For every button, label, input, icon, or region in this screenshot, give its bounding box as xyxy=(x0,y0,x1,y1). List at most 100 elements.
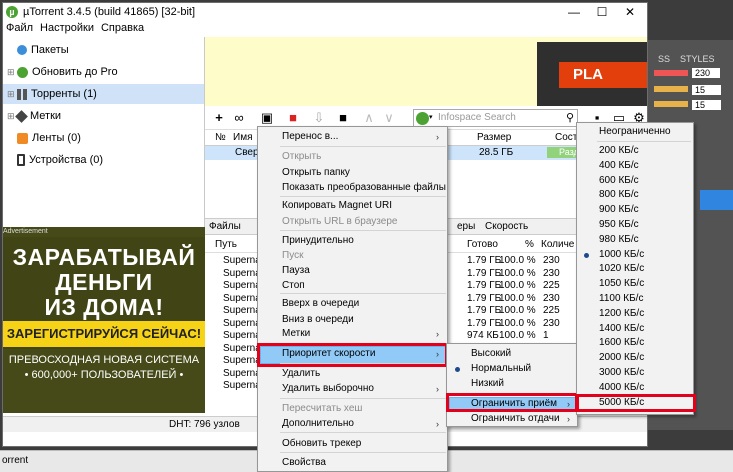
context-menu-item[interactable]: Свойства xyxy=(282,455,326,471)
taskbar-label[interactable]: orrent xyxy=(2,455,28,466)
search-input[interactable]: Infospace Search xyxy=(438,112,516,123)
context-menu-item[interactable]: Пауза xyxy=(282,263,310,279)
priority-menu-item[interactable]: Низкий xyxy=(471,376,504,392)
minimize-button[interactable]: — xyxy=(560,3,588,21)
context-menu-item[interactable]: Открыть папку xyxy=(282,165,350,181)
sidebar-item-feeds[interactable]: Ленты (0) xyxy=(7,128,81,148)
menu-help[interactable]: Справка xyxy=(98,21,148,34)
priority-menu-item[interactable]: Ограничить отдачи xyxy=(471,411,560,427)
sidebar-item-devices[interactable]: Устройства (0) xyxy=(7,150,103,170)
banner-image[interactable]: PLA xyxy=(537,42,647,106)
bg-value[interactable]: 15 xyxy=(692,85,722,95)
bg-selected-block xyxy=(700,190,733,210)
bg-tab-ss[interactable]: SS xyxy=(658,54,670,64)
tab-speed[interactable]: Скорость xyxy=(485,221,528,232)
down-icon[interactable]: ∨ xyxy=(381,110,397,126)
dht-status: DHT: 796 узлов xyxy=(169,419,240,430)
close-button[interactable]: ✕ xyxy=(616,3,644,21)
priority-menu-item[interactable]: Высокий xyxy=(471,346,511,362)
context-menu-item[interactable]: Показать преобразованные файлы xyxy=(282,180,446,196)
ad-subtext: ПРЕВОСХОДНАЯ НОВАЯ СИСТЕМА • 600,000+ ПО… xyxy=(8,354,200,381)
column-name[interactable]: Имя xyxy=(233,132,252,143)
stop-icon[interactable]: ■ xyxy=(335,110,351,126)
limit-menu-item[interactable]: 1400 КБ/с xyxy=(599,321,644,337)
menu-settings[interactable]: Настройки xyxy=(37,21,98,34)
column-percent[interactable]: % xyxy=(525,239,534,250)
context-menu-item[interactable]: Перенос в... xyxy=(282,129,338,145)
limit-menu-item[interactable]: 1000 КБ/с xyxy=(599,247,644,263)
bg-tab-styles[interactable]: STYLES xyxy=(680,54,715,64)
menu-separator xyxy=(280,230,446,231)
sidebar-item-labels[interactable]: ⊞ Метки xyxy=(7,106,61,126)
download-icon[interactable]: ⇩ xyxy=(311,110,327,126)
context-menu-item[interactable]: Открыть URL в браузере xyxy=(282,214,397,230)
search-icon[interactable]: ⚲ xyxy=(566,111,574,124)
limit-menu-item[interactable]: 1600 КБ/с xyxy=(599,335,644,351)
up-icon[interactable]: ∧ xyxy=(361,110,377,126)
annotation-box-download-limit xyxy=(446,393,578,412)
create-icon[interactable]: ▣ xyxy=(259,110,275,126)
file-percent: 100.0 % xyxy=(499,317,536,329)
search-box[interactable]: ▾ Infospace Search ⚲ xyxy=(413,109,578,127)
limit-menu-item[interactable]: 980 КБ/с xyxy=(599,232,639,248)
bg-value[interactable]: 15 xyxy=(692,100,722,110)
utorrent-icon xyxy=(17,66,28,78)
context-menu-item[interactable]: Дополнительно xyxy=(282,416,354,432)
context-menu-item[interactable]: Удалить xyxy=(282,366,320,382)
column-number[interactable]: № xyxy=(215,132,226,143)
limit-menu-item[interactable]: Неограниченно xyxy=(599,124,671,140)
add-icon[interactable]: + xyxy=(211,110,227,126)
tag-icon xyxy=(15,109,28,123)
priority-menu-item[interactable]: Нормальный xyxy=(471,361,531,377)
expand-icon[interactable]: ⊞ xyxy=(7,89,15,100)
context-menu-item[interactable]: Удалить выборочно xyxy=(282,381,374,397)
context-menu-item[interactable]: Метки xyxy=(282,326,310,342)
tab-files[interactable]: Файлы xyxy=(209,221,241,232)
maximize-button[interactable]: ☐ xyxy=(588,3,616,21)
column-size[interactable]: Размер xyxy=(477,132,511,143)
limit-menu-item[interactable]: 1200 КБ/с xyxy=(599,306,644,322)
limit-menu-item[interactable]: 950 КБ/с xyxy=(599,217,639,233)
menu-separator xyxy=(597,141,691,142)
link-icon[interactable]: ∞ xyxy=(231,110,247,126)
file-done: 1.79 ГБ xyxy=(467,292,502,304)
context-menu-item[interactable]: Вверх в очереди xyxy=(282,296,359,312)
limit-menu-item[interactable]: 1100 КБ/с xyxy=(599,291,643,307)
limit-menu-item[interactable]: 1050 КБ/с xyxy=(599,276,644,292)
limit-menu-item[interactable]: 800 КБ/с xyxy=(599,187,639,203)
limit-menu-item[interactable]: 600 КБ/с xyxy=(599,173,639,189)
menu-file[interactable]: Файл xyxy=(3,21,37,34)
context-menu-item[interactable]: Стоп xyxy=(282,278,305,294)
column-count[interactable]: Количе xyxy=(541,239,574,250)
context-menu-item[interactable]: Принудительно xyxy=(282,233,354,249)
sidebar-item-torrents[interactable]: ⊞ Торренты (1) xyxy=(3,84,204,104)
limit-menu-item[interactable]: 900 КБ/с xyxy=(599,202,639,218)
column-path[interactable]: Путь xyxy=(215,239,237,250)
expand-icon[interactable]: ⊞ xyxy=(7,67,15,78)
context-menu-item[interactable]: Копировать Magnet URI xyxy=(282,198,392,214)
limit-menu-item[interactable]: 400 КБ/с xyxy=(599,158,639,174)
limit-menu-item[interactable]: 200 КБ/с xyxy=(599,143,639,159)
delete-icon[interactable]: ■ xyxy=(285,110,301,126)
search-provider-icon[interactable] xyxy=(416,112,429,125)
limit-menu-item[interactable]: 3000 КБ/с xyxy=(599,365,644,381)
advertisement[interactable]: Advertisement ЗАРАБАТЫВАЙ ДЕНЬГИ ИЗ ДОМА… xyxy=(3,227,205,413)
context-menu-item[interactable]: Пуск xyxy=(282,248,303,264)
sidebar-item-bundles[interactable]: Пакеты xyxy=(7,40,69,60)
sidebar-item-upgrade[interactable]: ⊞ Обновить до Pro xyxy=(7,62,118,82)
ad-cta-button[interactable]: ЗАРЕГИСТРИРУЙСЯ СЕЙЧАС! xyxy=(3,321,205,347)
limit-menu-item[interactable]: 2000 КБ/с xyxy=(599,350,644,366)
limit-menu-item[interactable]: 1020 КБ/с xyxy=(599,261,644,277)
annotation-box-priority xyxy=(257,343,448,367)
bg-value[interactable]: 230 xyxy=(692,68,721,78)
tab-peers[interactable]: еры xyxy=(457,221,475,232)
menu-bar: Файл Настройки Справка xyxy=(3,21,647,37)
bg-color-bar xyxy=(654,101,688,107)
context-menu-item[interactable]: Обновить трекер xyxy=(282,436,361,452)
column-done[interactable]: Готово xyxy=(467,239,498,250)
context-menu-item[interactable]: Открыть xyxy=(282,149,321,165)
chevron-down-icon[interactable]: ▾ xyxy=(429,113,433,121)
file-count: 225 xyxy=(543,280,560,291)
context-menu-item[interactable]: Пересчитать хеш xyxy=(282,401,362,417)
banner-area: PLA xyxy=(205,37,647,106)
